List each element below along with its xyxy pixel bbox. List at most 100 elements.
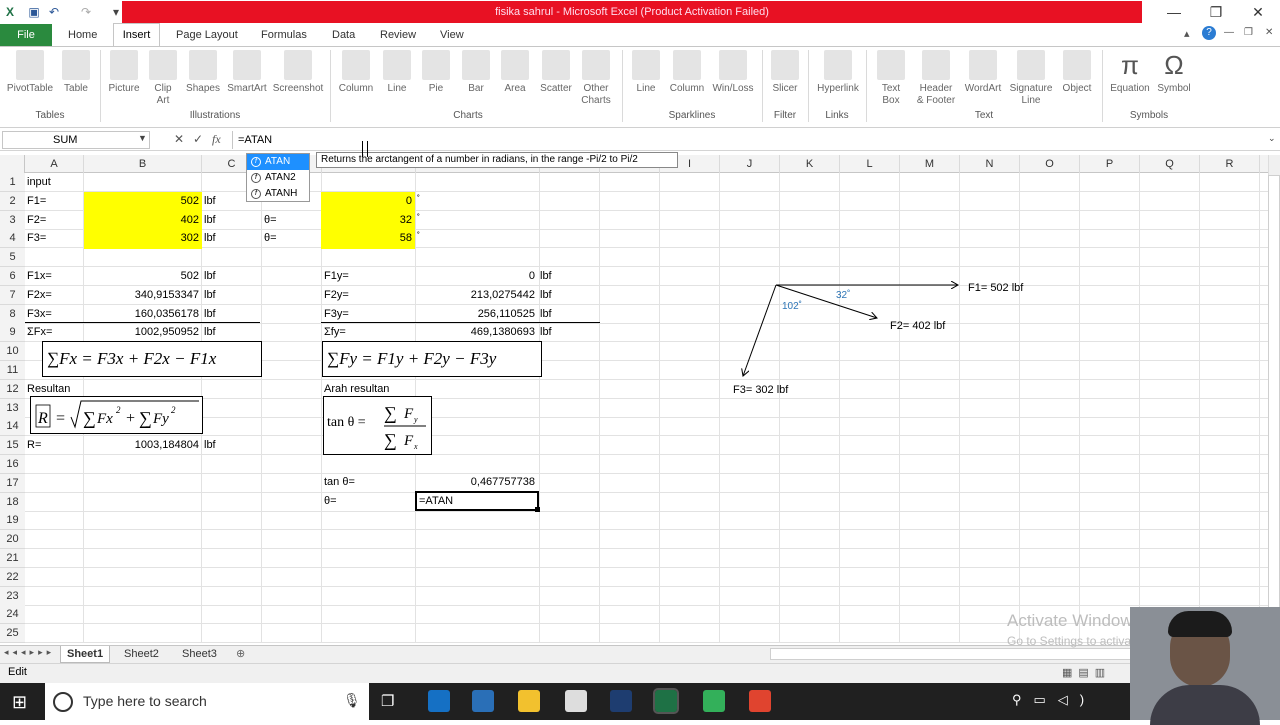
row-header-15[interactable]: 15 <box>0 436 25 456</box>
cell-a2[interactable]: F1= <box>27 192 46 210</box>
help-icon[interactable]: ? <box>1202 26 1216 40</box>
hyperlink-button[interactable]: Hyperlink <box>812 50 864 95</box>
shapes-button[interactable]: Shapes <box>182 50 224 95</box>
row-header-1[interactable]: 1 <box>0 173 25 192</box>
row-header-12[interactable]: 12 <box>0 379 25 399</box>
edge-icon[interactable] <box>428 690 450 712</box>
row-header-3[interactable]: 3 <box>0 210 25 230</box>
microphone-icon[interactable]: 🎙 <box>343 692 361 709</box>
tab-view[interactable]: View <box>434 24 470 46</box>
cell-b6[interactable]: 502 <box>84 267 199 285</box>
cell-d17[interactable]: tan θ= <box>324 473 355 491</box>
sheet-tab-sheet1[interactable]: Sheet1 <box>60 646 111 663</box>
insert-function-icon[interactable]: fx <box>212 132 221 147</box>
cell-d6[interactable]: F1y= <box>324 267 349 285</box>
slicer-button[interactable]: Slicer <box>766 50 804 95</box>
store-icon[interactable] <box>472 690 494 712</box>
cell-e8[interactable]: 256,110525 <box>417 305 535 323</box>
row-header-25[interactable]: 25 <box>0 624 25 644</box>
cell-a8[interactable]: F3x= <box>27 305 52 323</box>
cell-b9[interactable]: 1002,950952 <box>84 323 199 341</box>
workbook-restore-icon[interactable]: ❐ <box>1244 27 1253 38</box>
sheet-nav-arrows-icon[interactable]: ◂◂◂▸▸▸ <box>4 647 55 658</box>
recorder-icon[interactable] <box>749 690 771 712</box>
windows-start-icon[interactable]: ⊞ <box>12 692 27 713</box>
cell-e2[interactable]: 0 <box>321 192 412 210</box>
tab-insert[interactable]: Insert <box>113 23 160 47</box>
tab-data[interactable]: Data <box>326 24 361 46</box>
cell-b7[interactable]: 340,9153347 <box>84 286 199 304</box>
clip-art-button[interactable]: Clip Art <box>146 50 180 107</box>
column-header-n[interactable]: N <box>960 155 1020 173</box>
cell-d4[interactable]: θ= <box>264 229 277 247</box>
cell-a3[interactable]: F2= <box>27 211 46 229</box>
table-button[interactable]: Table <box>58 50 94 95</box>
cell-a15[interactable]: R= <box>27 436 41 454</box>
cell-b15[interactable]: 1003,184804 <box>84 436 199 454</box>
row-header-7[interactable]: 7 <box>0 285 25 305</box>
column-header-q[interactable]: Q <box>1140 155 1200 173</box>
cell-b2[interactable]: 502 <box>84 192 199 210</box>
save-icon[interactable]: ▣ <box>26 4 42 20</box>
row-header-13[interactable]: 13 <box>0 398 25 418</box>
cell-e4[interactable]: 58 <box>321 229 412 247</box>
excel-taskbar-icon[interactable] <box>653 688 679 714</box>
file-explorer-icon[interactable] <box>518 690 540 712</box>
pivottable-button[interactable]: PivotTable <box>4 50 56 95</box>
minimize-ribbon-icon[interactable]: ▴ <box>1184 27 1190 40</box>
cell-f9[interactable]: lbf <box>540 323 552 341</box>
workbook-close-icon[interactable]: ✕ <box>1265 27 1273 38</box>
autocomplete-item-atan[interactable]: f ATAN <box>247 154 309 170</box>
sheet-tab-sheet3[interactable]: Sheet3 <box>176 646 223 663</box>
cell-c7[interactable]: lbf <box>204 286 216 304</box>
other-charts-button[interactable]: Other Charts <box>576 50 616 107</box>
line-chart-button[interactable]: Line <box>380 50 414 95</box>
row-header-18[interactable]: 18 <box>0 492 25 512</box>
cell-f7[interactable]: lbf <box>540 286 552 304</box>
task-view-icon[interactable]: ❐ <box>381 692 394 710</box>
function-autocomplete[interactable]: f ATAN f ATAN2 f ATANH <box>246 153 310 202</box>
autocomplete-item-atanh[interactable]: f ATANH <box>247 186 309 202</box>
cell-f6[interactable]: lbf <box>540 267 552 285</box>
row-header-4[interactable]: 4 <box>0 229 25 249</box>
column-header-b[interactable]: B <box>84 155 202 173</box>
text-box-button[interactable]: Text Box <box>872 50 910 107</box>
camtasia-icon[interactable] <box>703 690 725 712</box>
cell-f8[interactable]: lbf <box>540 305 552 323</box>
system-tray-icons[interactable]: ⚲▭◁) <box>1012 692 1096 708</box>
cell-a9[interactable]: ΣFx= <box>27 323 52 341</box>
cell-e9[interactable]: 469,1380693 <box>417 323 535 341</box>
symbol-button[interactable]: Ω Symbol <box>1154 50 1194 95</box>
taskbar-search-box[interactable]: Type here to search <box>45 683 369 720</box>
enter-icon[interactable]: ✓ <box>193 132 203 146</box>
cell-d3[interactable]: θ= <box>264 211 277 229</box>
select-all-button[interactable] <box>0 155 25 173</box>
signature-line-button[interactable]: Signature Line <box>1006 50 1056 107</box>
cell-b3[interactable]: 402 <box>84 211 199 229</box>
force-vector-diagram[interactable]: F1= 502 lbf F2= 402 lbf F3= 302 lbf 32˚ … <box>700 270 1060 410</box>
column-header-p[interactable]: P <box>1080 155 1140 173</box>
row-header-24[interactable]: 24 <box>0 605 25 625</box>
sparkline-winloss-button[interactable]: Win/Loss <box>708 50 758 95</box>
smartart-button[interactable]: SmartArt <box>224 50 270 95</box>
column-header-o[interactable]: O <box>1020 155 1080 173</box>
object-button[interactable]: Object <box>1056 50 1098 95</box>
minimize-button[interactable]: — <box>1152 0 1196 24</box>
fill-handle[interactable] <box>535 507 540 512</box>
cell-c3[interactable]: lbf <box>204 211 216 229</box>
cancel-icon[interactable]: ✕ <box>174 132 184 146</box>
equation-direction[interactable]: tan θ = ∑ F y ∑ F x <box>323 396 432 455</box>
name-box-dropdown-icon[interactable]: ▼ <box>138 133 147 143</box>
cell-c2[interactable]: lbf <box>204 192 216 210</box>
cell-c15[interactable]: lbf <box>204 436 216 454</box>
cell-b4[interactable]: 302 <box>84 229 199 247</box>
cell-a7[interactable]: F2x= <box>27 286 52 304</box>
row-header-10[interactable]: 10 <box>0 342 25 362</box>
formula-input[interactable]: =ATAN <box>232 131 1268 149</box>
cell-c4[interactable]: lbf <box>204 229 216 247</box>
screenshot-button[interactable]: Screenshot <box>270 50 326 95</box>
cell-a6[interactable]: F1x= <box>27 267 52 285</box>
column-header-k[interactable]: K <box>780 155 840 173</box>
photoshop-icon[interactable] <box>610 690 632 712</box>
name-box[interactable]: SUM <box>2 131 150 149</box>
